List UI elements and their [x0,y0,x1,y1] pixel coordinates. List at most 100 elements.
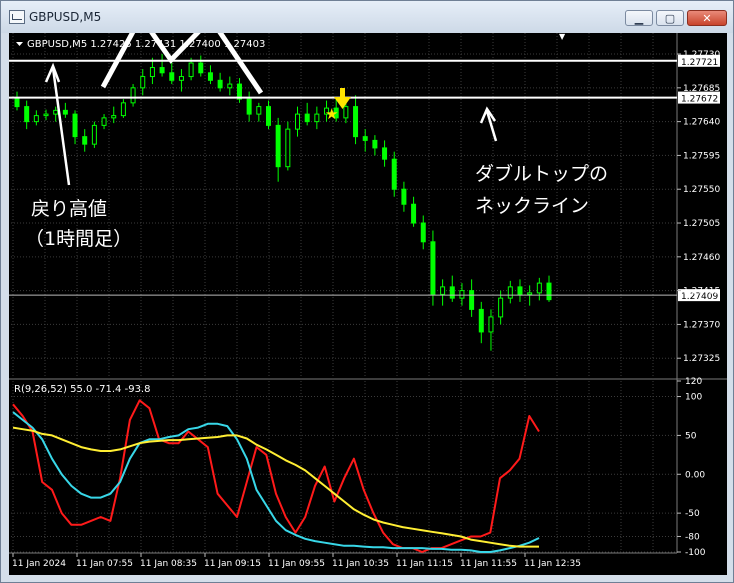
star-signal-icon: ★ [325,105,338,123]
candle-body [536,282,542,294]
chart-area[interactable]: 1.27721 1.27672 1.27409 1.27730 1.27685 1.27… [9,33,727,575]
candle-body [72,113,78,138]
candle-body [498,297,504,318]
maximize-button[interactable]: ▢ [656,10,684,26]
candle-body [178,76,184,81]
pullback-label-line1: 戻り高値 [31,198,107,220]
candle-body [198,62,204,74]
candle-body [304,113,310,123]
time-axis-label: 11 Jan 10:35 [332,559,389,569]
candle-body [440,286,446,295]
candle-body [130,87,136,104]
axes: 1.27730 1.27685 1.27640 1.27595 1.27550 1.275… [12,50,720,569]
candle-body [517,286,523,295]
price-axis-label: 1.27595 [683,151,720,161]
candle-body [430,241,436,295]
candle-body [169,72,175,81]
indicator-header: R(9,26,52) 55.0 -71.4 -93.8 [14,384,150,395]
indicator-axis-label: 100 [685,393,702,403]
candle-body [314,113,320,123]
close-button[interactable]: ✕ [687,10,727,26]
indicator-line [12,426,539,548]
chart-app-icon [9,10,25,24]
time-axis-label: 11 Jan 2024 [12,559,66,569]
candle-body [265,106,271,126]
pullback-arrow [51,67,71,186]
symbol-menu-icon[interactable] [16,42,23,46]
price-axis-label: 1.27460 [683,253,720,263]
grid [9,33,727,554]
price-axis-label: 1.27550 [683,185,720,195]
candle-body [82,136,88,145]
candle-body [43,113,49,117]
chart-canvas[interactable]: 1.277211.276721.27409 1.277301.276851.27… [9,33,727,575]
candle-body [401,188,407,205]
candle-body [420,222,426,243]
candle-body [140,76,146,89]
indicator-axis-label: -50 [685,509,700,519]
candle-body [256,106,262,115]
neckline-label-line2: ネックライン [475,195,589,217]
candle-body [546,282,552,301]
price-axis-label: 1.27505 [683,219,720,229]
candle-body [527,292,533,295]
candle-body [488,316,494,333]
candle-body [62,109,68,115]
price-line-label: 1.27672 [681,95,718,105]
candle-body [188,62,194,78]
candle-body [449,286,455,299]
candle-body [478,308,484,333]
candle-body [469,290,475,310]
pullback-arrow-head [44,62,61,83]
candle-body [285,128,291,168]
price-axis-label: 1.27685 [683,84,720,94]
candle-body [120,102,126,117]
indicator-line [12,399,540,553]
candle-body [295,113,301,130]
neckline-label-line1: ダブルトップの [475,162,608,185]
indicator-axis-label: -100 [685,548,706,558]
minimize-button[interactable]: ▁ [625,10,653,26]
candle-body [353,106,359,138]
indicator-axis-label: 0.00 [685,470,705,480]
indicator-axis-label: -80 [685,532,700,542]
candle-body [343,106,349,119]
horizontal-lines[interactable]: 1.277211.276721.27409 [9,54,720,302]
indicator-axis-label: 120 [685,377,702,387]
candle-body [207,72,213,81]
time-axis-label: 11 Jan 08:35 [140,559,197,569]
chart-window: GBPUSD,M5 ▁ ▢ ✕ 1.27721 1.27672 1.27409 1.… [0,0,734,583]
candle-body [362,136,368,141]
candle-body [372,139,378,149]
title-bar[interactable]: GBPUSD,M5 ▁ ▢ ✕ [1,1,733,33]
candle-body [14,97,20,108]
candle-body [391,158,397,190]
indicator-down-icon: ▼ [559,33,566,41]
time-axis-label: 11 Jan 09:55 [268,559,325,569]
window-title: GBPUSD,M5 [29,10,102,24]
candle-body [53,109,59,115]
candle-body [227,83,233,89]
candle-body [159,67,165,74]
indicator-lines [12,399,540,553]
candle-body [33,115,39,123]
candle-body [149,67,155,78]
indicator-line [12,411,540,553]
time-axis-label: 11 Jan 12:35 [524,559,581,569]
candle-body [111,115,117,119]
price-axis-label: 1.27415 [683,287,720,297]
price-axis-label: 1.27730 [683,50,720,60]
price-axis-label: 1.27370 [683,320,720,330]
candle-body [101,117,107,126]
candle-body [382,147,388,160]
indicator-axis-label: 50 [685,431,697,441]
time-axis-label: 11 Jan 07:55 [76,559,133,569]
candle-body [246,98,252,115]
pullback-label-line2: （1時間足） [25,228,132,250]
price-axis-label: 1.27325 [683,354,720,364]
candle-body [459,290,465,299]
candle-body [507,286,513,299]
time-axis-label: 11 Jan 09:15 [204,559,261,569]
price-axis-label: 1.27640 [683,118,720,128]
candle-body [411,203,417,224]
